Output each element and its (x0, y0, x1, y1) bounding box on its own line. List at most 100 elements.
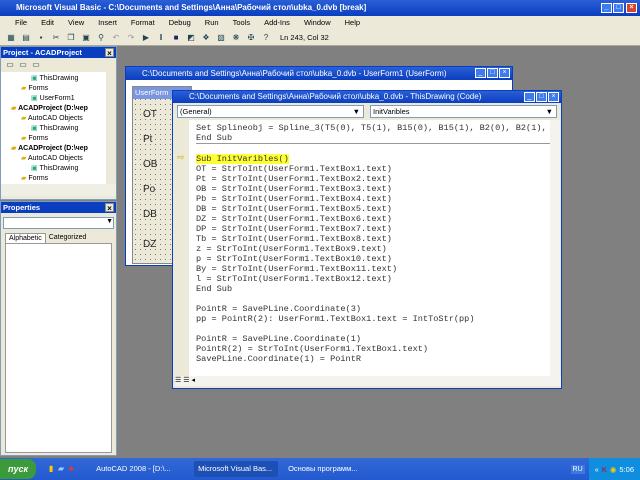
language-indicator[interactable]: RU (570, 464, 585, 474)
menu-debug[interactable]: Debug (162, 16, 198, 30)
menu-format[interactable]: Format (124, 16, 162, 30)
code-line[interactable]: PointR = SavePLine.Coordinate(1) (196, 334, 551, 344)
code-line[interactable]: Sub InitVaribles() (196, 154, 551, 164)
run-icon[interactable]: ▶ (141, 33, 151, 43)
view-acad-icon[interactable]: ▦ (6, 33, 16, 43)
code-line[interactable] (196, 143, 551, 154)
form-label[interactable]: OB (143, 159, 157, 170)
object-dropdown[interactable]: (General) ▼ (177, 105, 364, 118)
form-label[interactable]: Po (143, 184, 155, 195)
close-icon[interactable]: × (105, 203, 114, 213)
menu-help[interactable]: Help (338, 16, 367, 30)
maximize-button[interactable]: □ (487, 68, 498, 78)
quicklaunch-icon[interactable]: ▰ (56, 464, 66, 474)
paste-icon[interactable]: ▣ (81, 33, 91, 43)
taskbar-item-browser[interactable]: Основы программ... (284, 461, 374, 477)
code-line[interactable]: Set Splineobj = Spline_3(T5(0), T5(1), B… (196, 123, 562, 133)
break-icon[interactable]: ‖ (156, 33, 166, 43)
tree-item[interactable]: ▰ ACADProject (D:\чер (1, 144, 106, 154)
maximize-button[interactable]: □ (536, 92, 547, 102)
find-icon[interactable]: ⚲ (96, 33, 106, 43)
procedure-dropdown[interactable]: InitVaribles ▼ (370, 105, 557, 118)
tree-hscrollbar[interactable] (1, 184, 116, 196)
redo-icon[interactable]: ↷ (126, 33, 136, 43)
quicklaunch-icon[interactable]: ♣ (66, 464, 76, 474)
cut-icon[interactable]: ✂ (51, 33, 61, 43)
menu-view[interactable]: View (61, 16, 91, 30)
code-line[interactable]: SavePLine.Coordinate(1) = PointR (196, 354, 551, 364)
menu-run[interactable]: Run (198, 16, 226, 30)
tree-item[interactable]: ▣ UserForm1 (1, 94, 106, 104)
view-object-icon[interactable]: ▭ (18, 60, 28, 70)
code-hscrollbar[interactable]: ☰ ☰ ◂ (175, 376, 561, 386)
code-line[interactable] (196, 324, 551, 334)
quicklaunch-icon[interactable]: ▮ (46, 464, 56, 474)
menu-window[interactable]: Window (297, 16, 338, 30)
menu-edit[interactable]: Edit (34, 16, 61, 30)
code-editor[interactable]: ⇨ Set Splineobj = Spline_3(T5(0), T5(1),… (175, 120, 562, 376)
save-icon[interactable]: ▪ (36, 33, 46, 43)
code-line[interactable]: By = StrToInt(UserForm1.TextBox11.text) (196, 264, 551, 274)
start-button[interactable]: пуск (0, 459, 37, 479)
menu-file[interactable]: File (8, 16, 34, 30)
code-line[interactable]: Tb = StrToInt(UserForm1.TextBox8.text) (196, 234, 551, 244)
minimize-button[interactable]: _ (524, 92, 535, 102)
tree-item[interactable]: ▰ AutoCAD Objects (1, 154, 106, 164)
menu-insert[interactable]: Insert (91, 16, 124, 30)
tree-item[interactable]: ▰ Forms (1, 174, 106, 184)
code-line[interactable]: pp = PointR(2): UserForm1.TextBox1.text … (196, 314, 551, 324)
undo-icon[interactable]: ↶ (111, 33, 121, 43)
help-icon[interactable]: ? (261, 33, 271, 43)
tab-alphabetic[interactable]: Alphabetic (5, 233, 46, 243)
copy-icon[interactable]: ❐ (66, 33, 76, 43)
form-label[interactable]: OT (143, 109, 157, 120)
code-line[interactable]: Pb = StrToInt(UserForm1.TextBox4.text) (196, 194, 551, 204)
code-line[interactable]: DP = StrToInt(UserForm1.TextBox7.text) (196, 224, 551, 234)
form-label[interactable]: DB (143, 209, 157, 220)
toggle-folders-icon[interactable]: ▭ (31, 60, 41, 70)
maximize-button[interactable]: □ (613, 3, 624, 13)
menu-addins[interactable]: Add-Ins (257, 16, 297, 30)
toolbox-icon[interactable]: ✠ (246, 33, 256, 43)
reset-icon[interactable]: ■ (171, 33, 181, 43)
tree-item[interactable]: ▰ ACADProject (D:\чер (1, 104, 106, 114)
code-line[interactable]: Pt = StrToInt(UserForm1.TextBox2.text) (196, 174, 551, 184)
tree-item[interactable]: ▰ Forms (1, 134, 106, 144)
insert-userform-icon[interactable]: ▤ (21, 33, 31, 43)
tree-item[interactable]: ▰ AutoCAD Objects (1, 114, 106, 124)
view-code-icon[interactable]: ▭ (5, 60, 15, 70)
close-icon[interactable]: × (105, 48, 114, 58)
tree-item[interactable]: ▣ ThisDrawing (1, 164, 106, 174)
code-line[interactable]: p = StrToInt(UserForm1.TextBox10.text) (196, 254, 551, 264)
form-label[interactable]: Pt (143, 134, 152, 145)
project-explorer-icon[interactable]: ❖ (201, 33, 211, 43)
code-line[interactable]: PointR = SavePLine.Coordinate(3) (196, 304, 551, 314)
code-line[interactable]: End Sub (196, 133, 551, 143)
tray-icon[interactable]: K (602, 465, 607, 474)
minimize-button[interactable]: _ (601, 3, 612, 13)
code-line[interactable]: DZ = StrToInt(UserForm1.TextBox6.text) (196, 214, 551, 224)
form-label[interactable]: DZ (143, 239, 156, 250)
code-line[interactable]: OT = StrToInt(UserForm1.TextBox1.text) (196, 164, 551, 174)
close-button[interactable]: × (548, 92, 559, 102)
tree-item[interactable]: ▣ ThisDrawing (1, 124, 106, 134)
code-vscrollbar[interactable] (550, 120, 560, 376)
code-line[interactable]: PointR(2) = StrToInt(UserForm1.TextBox1.… (196, 344, 551, 354)
tray-icon[interactable]: « (595, 465, 599, 474)
taskbar-item-vba[interactable]: Microsoft Visual Bas... (194, 461, 279, 477)
tree-item[interactable]: ▣ ThisDrawing (1, 74, 106, 84)
tab-categorized[interactable]: Categorized (46, 233, 90, 243)
object-dropdown[interactable]: ▼ (3, 217, 114, 229)
code-line[interactable]: l = StrToInt(UserForm1.TextBox12.text) (196, 274, 551, 284)
minimize-button[interactable]: _ (475, 68, 486, 78)
code-line[interactable] (196, 294, 551, 304)
close-button[interactable]: × (626, 3, 637, 13)
menu-tools[interactable]: Tools (226, 16, 258, 30)
tray-icon[interactable]: ◉ (610, 465, 617, 474)
code-line[interactable]: z = StrToInt(UserForm1.TextBox9.text) (196, 244, 551, 254)
object-browser-icon[interactable]: ❋ (231, 33, 241, 43)
code-line[interactable]: DB = StrToInt(UserForm1.TextBox5.text) (196, 204, 551, 214)
taskbar-item-autocad[interactable]: AutoCAD 2008 - [D:\... (92, 461, 188, 477)
code-line[interactable]: End Sub (196, 284, 551, 294)
close-button[interactable]: × (499, 68, 510, 78)
